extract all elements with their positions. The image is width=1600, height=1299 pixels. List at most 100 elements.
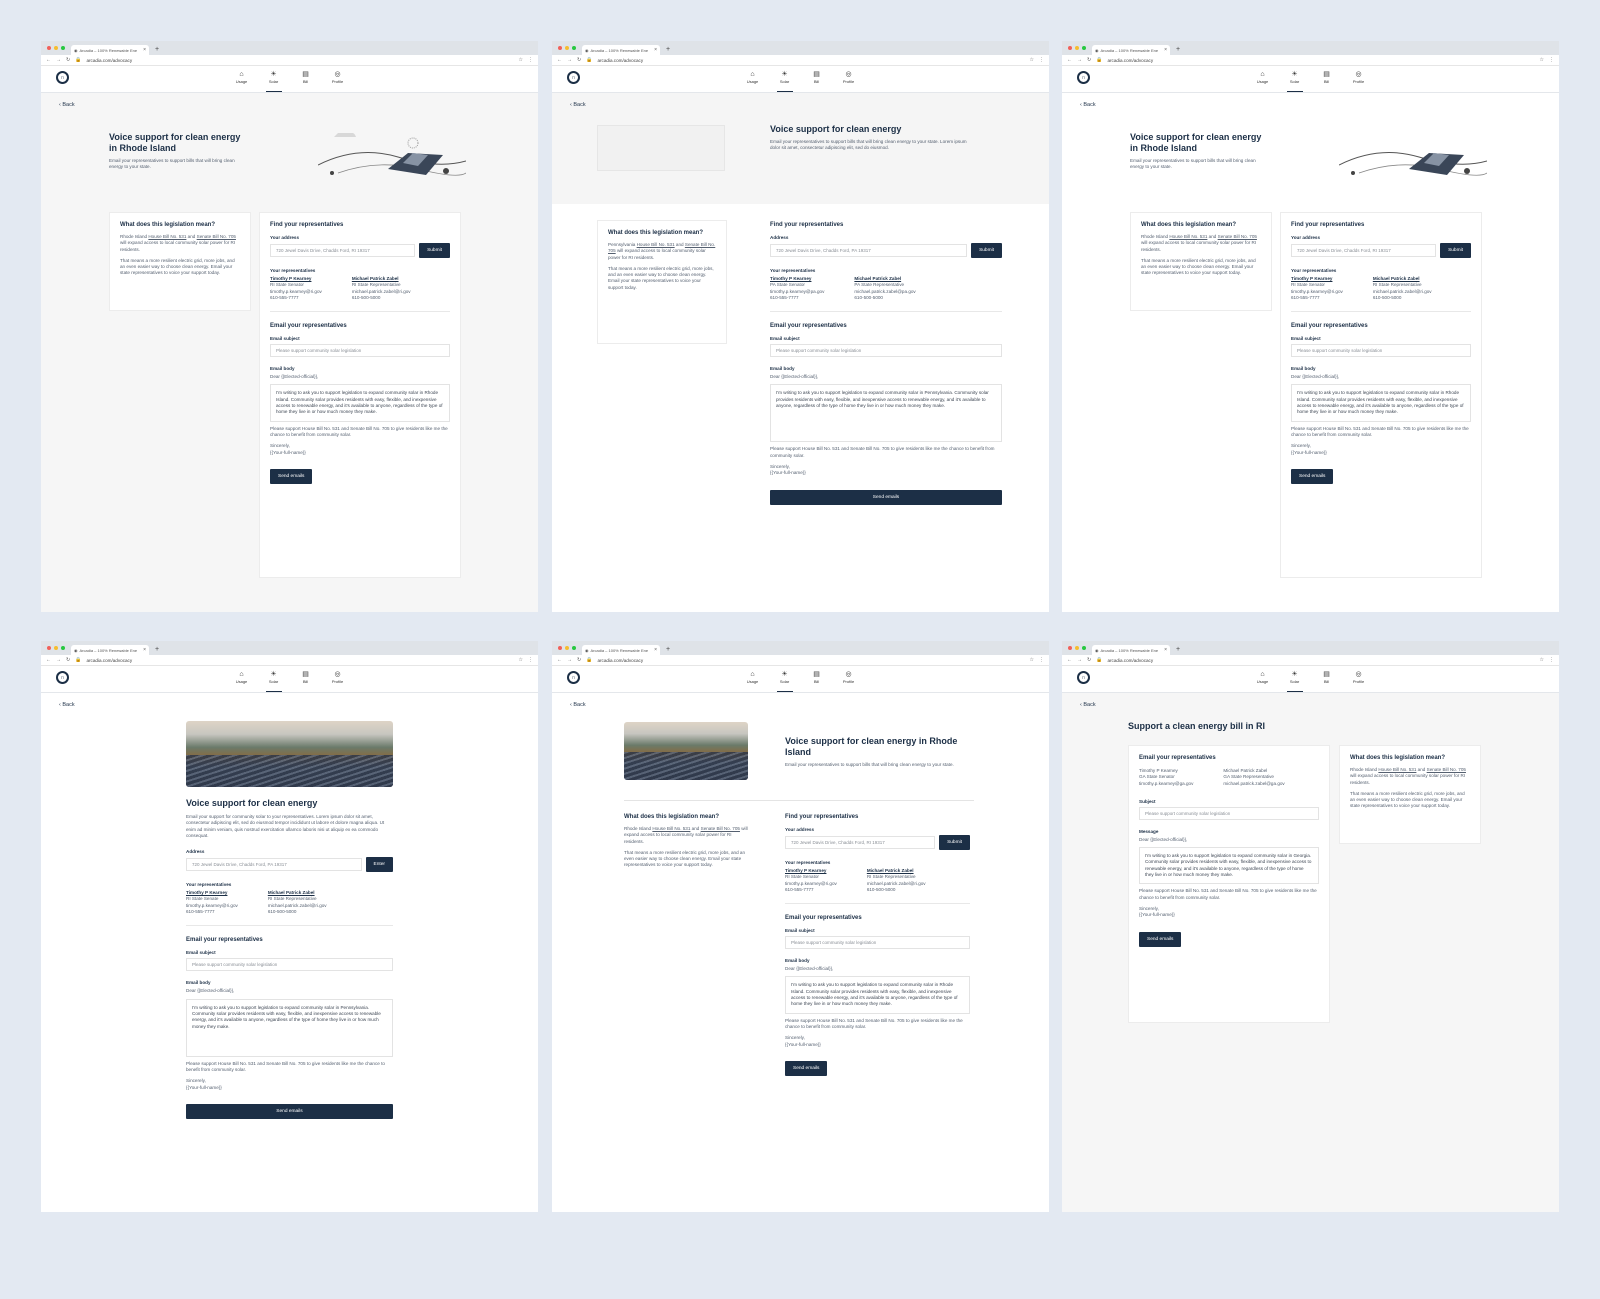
send-emails-button[interactable]: Send emails [186, 1103, 393, 1119]
url-field[interactable]: arcadia.com/advocacy [597, 58, 1024, 63]
subject-input[interactable]: Please support community solar legislati… [270, 344, 450, 358]
reload-icon[interactable]: ↻ [1087, 57, 1091, 63]
send-emails-button[interactable]: Send emails [770, 489, 1002, 505]
url-field[interactable]: arcadia.com/advocacy [597, 658, 1024, 663]
back-arrow-icon[interactable]: ← [1067, 57, 1072, 63]
nav-solar[interactable]: ☀ Solar [776, 669, 793, 692]
nav-solar[interactable]: ☀ Solar [1286, 69, 1303, 92]
email-body-textarea[interactable]: I'm writing to ask you to support legisl… [785, 976, 970, 1014]
reload-icon[interactable]: ↻ [577, 57, 581, 63]
nav-usage[interactable]: ⌂ Usage [745, 69, 761, 92]
submit-button[interactable]: Submit [419, 243, 450, 258]
nav-usage[interactable]: ⌂ Usage [745, 669, 761, 692]
address-input[interactable]: 720 Jewel Davis Drive, Chadds Ford, RI 1… [785, 836, 936, 849]
arcadia-logo-icon[interactable]: ∩ [1077, 671, 1090, 684]
new-tab-icon[interactable]: + [155, 45, 159, 55]
new-tab-icon[interactable]: + [155, 645, 159, 655]
close-icon[interactable]: × [1164, 647, 1167, 653]
forward-arrow-icon[interactable]: → [1077, 657, 1082, 663]
email-body-textarea[interactable]: I'm writing to ask you to support legisl… [270, 384, 450, 422]
subject-input[interactable]: Please support community solar legislati… [770, 344, 1002, 358]
submit-button[interactable]: Submit [939, 835, 970, 850]
browser-tab[interactable]: ◉ Arcadia – 100% Renewable Ene × [1092, 45, 1170, 55]
menu-icon[interactable]: ⋮ [1549, 57, 1554, 63]
back-link[interactable]: ‹ Back [59, 102, 75, 108]
browser-tab[interactable]: ◉ Arcadia – 100% Renewable Ene × [582, 45, 660, 55]
close-icon[interactable]: × [143, 647, 146, 653]
email-body-textarea[interactable]: I'm writing to ask you to support legisl… [1139, 847, 1319, 885]
arcadia-logo-icon[interactable]: ∩ [1077, 71, 1090, 84]
send-emails-button[interactable]: Send emails [785, 1060, 828, 1076]
house-bill-link[interactable]: House Bill No. 531 [637, 242, 675, 247]
reload-icon[interactable]: ↻ [66, 657, 70, 663]
back-arrow-icon[interactable]: ← [557, 657, 562, 663]
forward-arrow-icon[interactable]: → [56, 57, 61, 63]
new-tab-icon[interactable]: + [666, 645, 670, 655]
reload-icon[interactable]: ↻ [1087, 657, 1091, 663]
url-field[interactable]: arcadia.com/advocacy [1107, 58, 1534, 63]
nav-solar[interactable]: ☀ Solar [776, 69, 793, 92]
star-icon[interactable]: ☆ [1540, 657, 1544, 663]
senate-bill-link[interactable]: Senate Bill No. 705 [197, 234, 236, 239]
nav-bill[interactable]: ▤ Bill [1319, 669, 1335, 692]
browser-tab[interactable]: ◉ Arcadia – 100% Renewable Ene × [71, 645, 149, 655]
forward-arrow-icon[interactable]: → [56, 657, 61, 663]
address-input[interactable]: 720 Jewel Davis Drive, Chadds Ford, PA 1… [770, 244, 968, 257]
arcadia-logo-icon[interactable]: ∩ [567, 671, 580, 684]
back-link[interactable]: ‹ Back [59, 702, 75, 708]
address-input[interactable]: 720 Jewel Davis Drive, Chadds Ford, PA 1… [186, 858, 362, 872]
browser-tab[interactable]: ◉ Arcadia – 100% Renewable Ene × [582, 645, 660, 655]
nav-profile[interactable]: ◎ Profile [841, 69, 857, 92]
menu-icon[interactable]: ⋮ [528, 57, 533, 63]
send-emails-button[interactable]: Send emails [1139, 931, 1182, 947]
nav-solar[interactable]: ☀ Solar [265, 669, 282, 692]
address-input[interactable]: 720 Jewel Davis Drive, Chadds Ford, RI 1… [270, 244, 416, 257]
url-field[interactable]: arcadia.com/advocacy [86, 658, 513, 663]
back-arrow-icon[interactable]: ← [557, 57, 562, 63]
house-bill-link[interactable]: House Bill No. 531 [148, 234, 186, 239]
close-icon[interactable]: × [143, 47, 146, 53]
forward-arrow-icon[interactable]: → [567, 657, 572, 663]
submit-button[interactable]: Submit [1440, 243, 1471, 258]
nav-usage[interactable]: ⌂ Usage [234, 669, 250, 692]
nav-usage[interactable]: ⌂ Usage [1255, 669, 1271, 692]
star-icon[interactable]: ☆ [1030, 57, 1034, 63]
send-emails-button[interactable]: Send emails [1291, 468, 1334, 484]
url-field[interactable]: arcadia.com/advocacy [1107, 658, 1534, 663]
new-tab-icon[interactable]: + [1176, 645, 1180, 655]
back-link[interactable]: ‹ Back [1080, 702, 1096, 708]
close-icon[interactable]: × [654, 47, 657, 53]
back-arrow-icon[interactable]: ← [46, 657, 51, 663]
menu-icon[interactable]: ⋮ [528, 657, 533, 663]
menu-icon[interactable]: ⋮ [1039, 57, 1044, 63]
subject-input[interactable]: Please support community solar legislati… [1291, 344, 1471, 358]
back-link[interactable]: ‹ Back [1080, 102, 1096, 108]
email-body-textarea[interactable]: I'm writing to ask you to support legisl… [186, 998, 393, 1057]
nav-profile[interactable]: ◎ Profile [330, 669, 346, 692]
forward-arrow-icon[interactable]: → [567, 57, 572, 63]
email-body-textarea[interactable]: I'm writing to ask you to support legisl… [770, 384, 1002, 443]
nav-profile[interactable]: ◎ Profile [330, 69, 346, 92]
nav-profile[interactable]: ◎ Profile [1351, 69, 1367, 92]
nav-bill[interactable]: ▤ Bill [809, 69, 825, 92]
nav-usage[interactable]: ⌂ Usage [1255, 69, 1271, 92]
arcadia-logo-icon[interactable]: ∩ [56, 71, 69, 84]
subject-input[interactable]: Please support community solar legislati… [1139, 806, 1319, 820]
close-icon[interactable]: × [1164, 47, 1167, 53]
reload-icon[interactable]: ↻ [66, 57, 70, 63]
nav-solar[interactable]: ☀ Solar [1286, 669, 1303, 692]
nav-bill[interactable]: ▤ Bill [298, 69, 314, 92]
menu-icon[interactable]: ⋮ [1549, 657, 1554, 663]
arcadia-logo-icon[interactable]: ∩ [567, 71, 580, 84]
nav-bill[interactable]: ▤ Bill [1319, 69, 1335, 92]
address-input[interactable]: 720 Jewel Davis Drive, Chadds Ford, RI 1… [1291, 244, 1437, 257]
star-icon[interactable]: ☆ [519, 657, 523, 663]
nav-profile[interactable]: ◎ Profile [841, 669, 857, 692]
subject-input[interactable]: Please support community solar legislati… [785, 936, 970, 950]
nav-bill[interactable]: ▤ Bill [298, 669, 314, 692]
submit-button[interactable]: Submit [971, 243, 1002, 258]
enter-button[interactable]: Enter [365, 857, 393, 873]
star-icon[interactable]: ☆ [1030, 657, 1034, 663]
back-arrow-icon[interactable]: ← [1067, 657, 1072, 663]
arcadia-logo-icon[interactable]: ∩ [56, 671, 69, 684]
